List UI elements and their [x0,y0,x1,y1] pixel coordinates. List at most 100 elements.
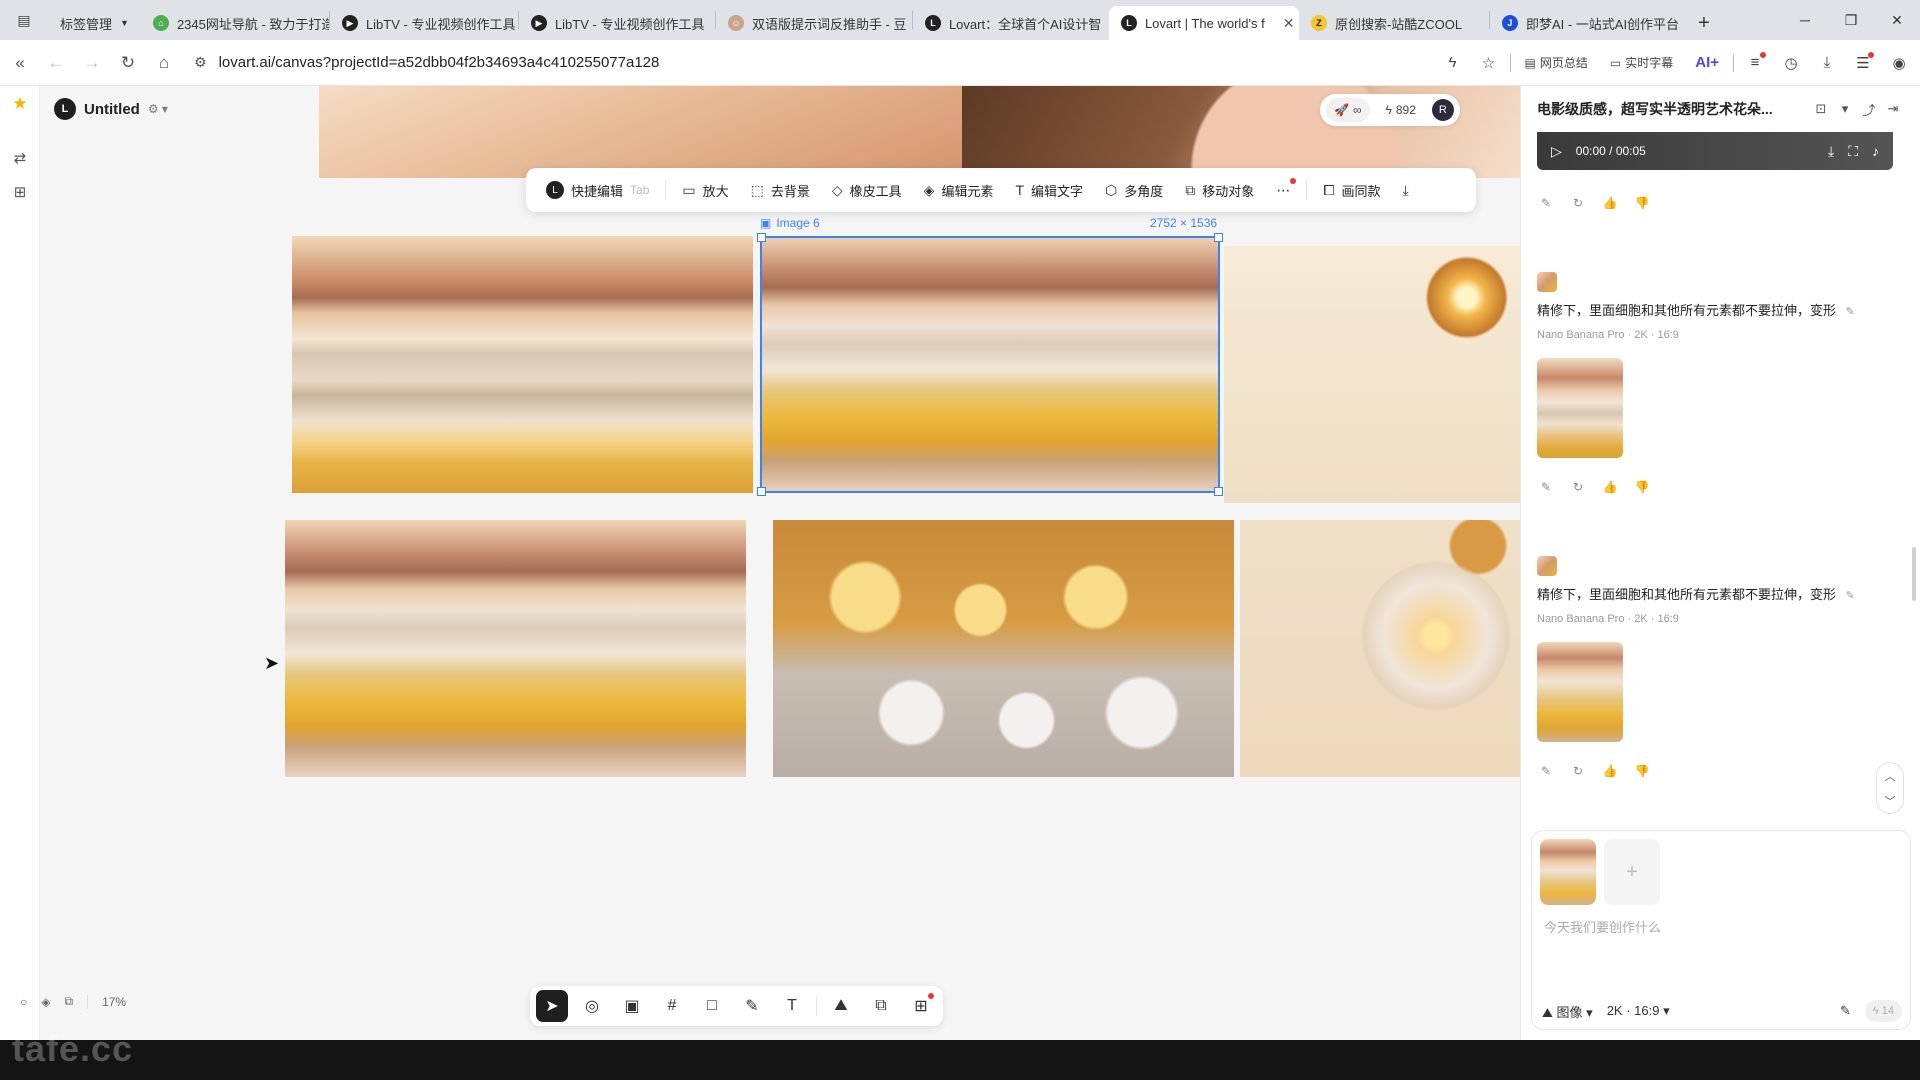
edit-text-button[interactable]: T 编辑文字 [1005,173,1093,207]
project-settings-icon[interactable]: ⚙ ▾ [148,102,168,116]
canvas-image-skin-bubbles[interactable] [285,520,746,777]
resize-handle-bottom-left[interactable] [757,487,766,496]
canvas-image-skin-layers[interactable] [292,236,753,493]
move-object-button[interactable]: ⧉ 移动对象 [1175,173,1264,207]
select-tool-icon[interactable]: ➤ [536,990,568,1022]
add-panel-icon[interactable]: ⊞ [10,182,30,202]
thumbs-down-icon[interactable]: 👎 [1633,478,1651,496]
download-image-button[interactable]: ⤓ [1393,173,1419,207]
fullscreen-icon[interactable]: ⛶ [1848,143,1858,160]
image-upload-icon[interactable]: ▣ [616,990,648,1022]
reading-list-icon[interactable]: ≡ [1740,48,1770,78]
chevron-down-icon[interactable]: ▾ [1833,97,1857,121]
edit-icon[interactable]: ✎ [1537,762,1555,780]
tab-jimeng[interactable]: J 即梦AI - 一站式AI创作平台 [1490,6,1686,40]
tab-libtv-2[interactable]: ▶ LibTV - 专业视频创作工具 [519,6,715,40]
more-options-button[interactable]: ⋯ [1266,173,1300,207]
minimize-window-icon[interactable]: ─ [1782,0,1828,40]
download-icon[interactable]: ⤓ [1812,48,1842,78]
canvas-image-glass-orb[interactable] [1240,520,1520,777]
thumbs-down-icon[interactable]: 👎 [1633,762,1651,780]
history-panel-icon[interactable]: ⧉ [64,994,73,1009]
thumbs-up-icon[interactable]: 👍 [1601,762,1619,780]
edit-elements-button[interactable]: ◈ 编辑元素 [914,173,1004,207]
favorites-star-icon[interactable]: ★ [10,94,30,114]
new-tab-button[interactable]: + [1686,6,1722,40]
volume-icon[interactable]: ♪ [1872,143,1879,159]
scroll-down-icon[interactable]: ﹀ [1885,793,1896,809]
edit-icon[interactable]: ✎ [1537,478,1555,496]
canvas-image-hand[interactable] [319,86,962,178]
regenerate-icon[interactable]: ↻ [1569,478,1587,496]
regenerate-icon[interactable]: ↻ [1569,194,1587,212]
video-player[interactable]: ▷ 00:00 / 00:05 ⤓ ⛶ ♪ [1537,132,1893,170]
brush-style-icon[interactable]: ✎ [1840,1003,1851,1019]
url-field[interactable]: ⚙ lovart.ai/canvas?projectId=a52dbb04f2b… [194,54,1438,71]
user-avatar[interactable]: R [1431,99,1454,121]
tab-libtv-1[interactable]: ▶ LibTV - 专业视频创作工具 [330,6,518,40]
close-tab-icon[interactable]: ✕ [1283,15,1295,32]
reload-button[interactable]: ↻ [110,45,146,81]
remove-background-button[interactable]: ⬚ 去背景 [741,173,820,207]
live-subtitles-button[interactable]: ▭ 实时字幕 [1602,48,1681,78]
video-generator-icon[interactable]: ⧉ [865,990,897,1022]
frame-tool-icon[interactable]: # [656,990,688,1022]
credits-counter[interactable]: ϟ 892 [1378,98,1424,122]
scroll-up-icon[interactable]: ︿ [1885,768,1896,784]
home-button[interactable]: ⌂ [146,45,182,81]
project-title[interactable]: Untitled [84,101,140,118]
design-canvas[interactable]: ▣ Image 6 2752 × 1536 L 快捷编辑 Tab ▭ 放大 ⬚ [40,86,1520,1040]
tab-lovart-1[interactable]: L Lovart：全球首个AI设计智 [913,6,1109,40]
tab-lovart-active[interactable]: L Lovart | The world's f ✕ [1108,6,1299,40]
multi-angle-button[interactable]: ⬡ 多角度 [1095,173,1173,207]
download-icon[interactable]: ⤓ [1828,143,1834,160]
restore-window-icon[interactable]: ❐ [1828,0,1874,40]
tab-strip-menu-icon[interactable]: ▤ [0,0,48,40]
tab-group-label[interactable]: 标签管理 ▼ [48,6,141,40]
profile-icon[interactable]: ◉ [1884,48,1914,78]
launch-mode-toggle[interactable]: 🚀 ∞ [1326,98,1370,122]
resolution-ratio-selector[interactable]: 2K · 16:9 ▾ [1607,1003,1670,1019]
panel-scrollbar[interactable] [1912,547,1916,601]
thumbs-down-icon[interactable]: 👎 [1633,194,1651,212]
resize-handle-bottom-right[interactable] [1214,487,1223,496]
lovart-logo-icon[interactable]: L [54,98,76,120]
collapse-sidebar-icon[interactable]: « [2,45,38,81]
share-icon[interactable]: ⤴ [1857,97,1881,121]
tab-zcool[interactable]: Z 原创搜索-站酷ZCOOL [1299,6,1489,40]
forward-button[interactable]: → [74,45,110,81]
add-attachment-button[interactable]: + [1604,839,1660,905]
collapse-panel-icon[interactable]: ⇥ [1881,97,1905,121]
image-mode-selector[interactable]: ⛰ 图像 ▾ [1542,1002,1593,1021]
new-chat-icon[interactable]: ⊡ [1809,97,1833,121]
thumbs-up-icon[interactable]: 👍 [1601,194,1619,212]
pin-tool-icon[interactable]: ◎ [576,990,608,1022]
text-tool-icon[interactable]: T [776,990,808,1022]
selection-box[interactable] [757,233,1223,496]
quick-edit-button[interactable]: L 快捷编辑 Tab [536,173,659,207]
prompt-input[interactable]: 今天我们要创作什么 [1544,917,1661,936]
attached-image-thumbnail[interactable] [1540,839,1596,905]
resize-handle-top-left[interactable] [757,233,766,242]
rectangle-tool-icon[interactable]: □ [696,990,728,1022]
lightning-icon[interactable]: ϟ [1438,48,1468,78]
thumbs-up-icon[interactable]: 👍 [1601,478,1619,496]
ai-plus-button[interactable]: AI+ [1687,48,1727,78]
send-button[interactable]: ϟ 14 [1864,1000,1902,1022]
tools-menu-icon[interactable]: ☰ [1848,48,1878,78]
close-window-icon[interactable]: ✕ [1874,0,1920,40]
upscale-button[interactable]: ▭ 放大 [672,173,738,207]
tab-prompt-assistant[interactable]: ☺ 双语版提示词反推助手 - 豆 [716,6,912,40]
canvas-image-orb[interactable] [1224,246,1520,503]
history-icon[interactable]: ◷ [1776,48,1806,78]
same-style-button[interactable]: ⧠ 画同款 [1313,173,1390,207]
pencil-tool-icon[interactable]: ✎ [736,990,768,1022]
layers-icon[interactable]: ◈ [41,995,50,1009]
zoom-level[interactable]: 17% [102,995,126,1009]
circle-icon[interactable]: ○ [20,995,27,1009]
site-settings-icon[interactable]: ⚙ [194,54,207,71]
image-generator-icon[interactable]: ⛰ [825,990,857,1022]
ai-text-icon[interactable]: ⊞ [905,990,937,1022]
page-summary-button[interactable]: ▤ 网页总结 [1517,48,1596,78]
edit-icon[interactable]: ✎ [1537,194,1555,212]
